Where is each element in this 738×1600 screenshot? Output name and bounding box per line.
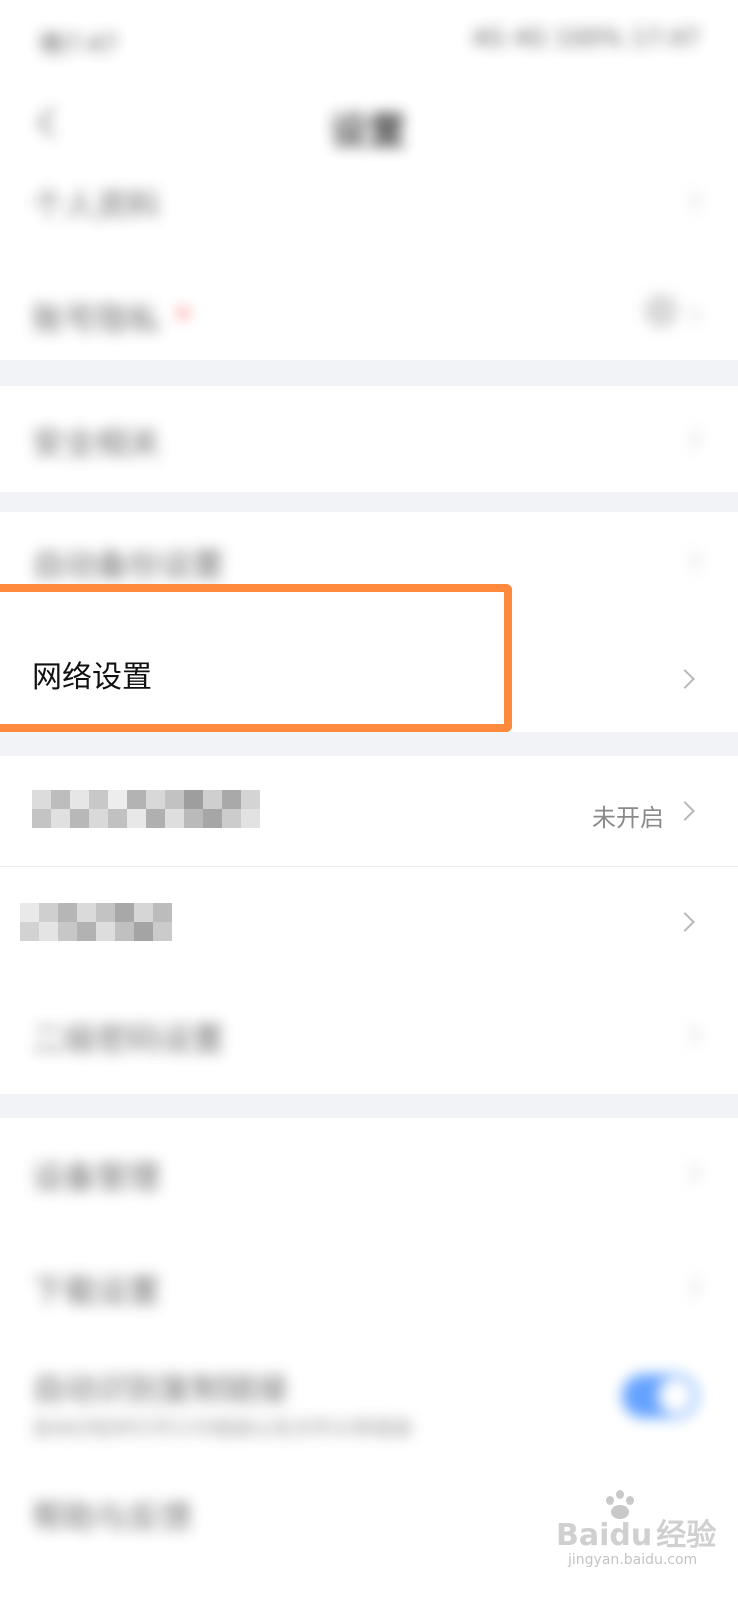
settings-item-account[interactable]: 账号隐私	[0, 272, 738, 352]
settings-item-download[interactable]: 下载设置	[0, 1244, 738, 1334]
toggle-switch[interactable]	[622, 1374, 698, 1418]
toggle-knob	[658, 1378, 694, 1414]
baidu-watermark: Baidu 经验 jingyan.baidu.com	[556, 1490, 736, 1580]
pixelated-mosaic	[20, 903, 172, 941]
settings-item-subtitle: 自动识别并打开口令链接以及文件分享链接	[32, 1416, 412, 1440]
settings-item-second-password[interactable]: 二级密码设置	[0, 992, 738, 1082]
chevron-right-icon	[681, 1025, 701, 1045]
settings-item-security[interactable]: 安全相关	[0, 396, 738, 478]
settings-item-label: 下载设置	[32, 1272, 161, 1310]
header: 设置	[0, 92, 738, 162]
chevron-right-icon	[681, 191, 701, 211]
pixelated-mosaic	[32, 790, 260, 828]
red-dot	[178, 308, 188, 318]
settings-item-label: 设备管理	[32, 1158, 161, 1196]
status-bar: 晚7:47 4G 4G 100% 17:47	[40, 24, 700, 60]
back-arrow-icon[interactable]	[37, 107, 68, 138]
settings-item-label: 个人资料	[32, 186, 161, 224]
highlight-box	[0, 584, 512, 732]
chevron-right-icon	[675, 669, 695, 689]
chevron-right-icon	[681, 1163, 701, 1183]
chevron-right-icon	[681, 551, 701, 571]
settings-item-label: 帮助与反馈	[32, 1498, 193, 1536]
page-title: 设置	[330, 109, 407, 153]
settings-item-label: 账号隐私	[32, 300, 161, 338]
settings-item-netdisk-card[interactable]: 百度网盘卡 未开启	[0, 756, 738, 866]
settings-item-privacy[interactable]: 隐私	[0, 867, 738, 977]
chevron-right-icon	[681, 1277, 701, 1297]
chevron-right-icon	[675, 912, 695, 932]
chevron-right-icon	[675, 801, 695, 821]
avatar	[644, 294, 678, 328]
watermark-url: jingyan.baidu.com	[568, 1552, 698, 1568]
status-time: 晚7:47	[40, 30, 118, 58]
section-gap	[0, 1094, 738, 1118]
section-gap	[0, 492, 738, 512]
settings-item-value: 未开启	[592, 804, 664, 832]
status-indicators: 4G 4G 100% 17:47	[471, 24, 700, 52]
chevron-right-icon	[681, 429, 701, 449]
section-gap	[0, 732, 738, 756]
settings-item-title: 自动识别复制链接	[32, 1370, 289, 1408]
chevron-right-icon	[681, 305, 701, 325]
settings-item-auto-link[interactable]: 自动识别复制链接 自动识别并打开口令链接以及文件分享链接	[0, 1346, 738, 1456]
watermark-brand: Baidu 经验	[556, 1518, 717, 1553]
settings-item-label: 安全相关	[32, 424, 161, 462]
settings-item-auto-backup[interactable]: 自动备份设置	[0, 520, 738, 586]
settings-item-device[interactable]: 设备管理	[0, 1130, 738, 1220]
settings-item-label: 自动备份设置	[32, 546, 225, 584]
section-gap	[0, 360, 738, 386]
settings-item-label: 二级密码设置	[32, 1020, 225, 1058]
settings-item-profile[interactable]: 个人资料	[0, 160, 738, 240]
